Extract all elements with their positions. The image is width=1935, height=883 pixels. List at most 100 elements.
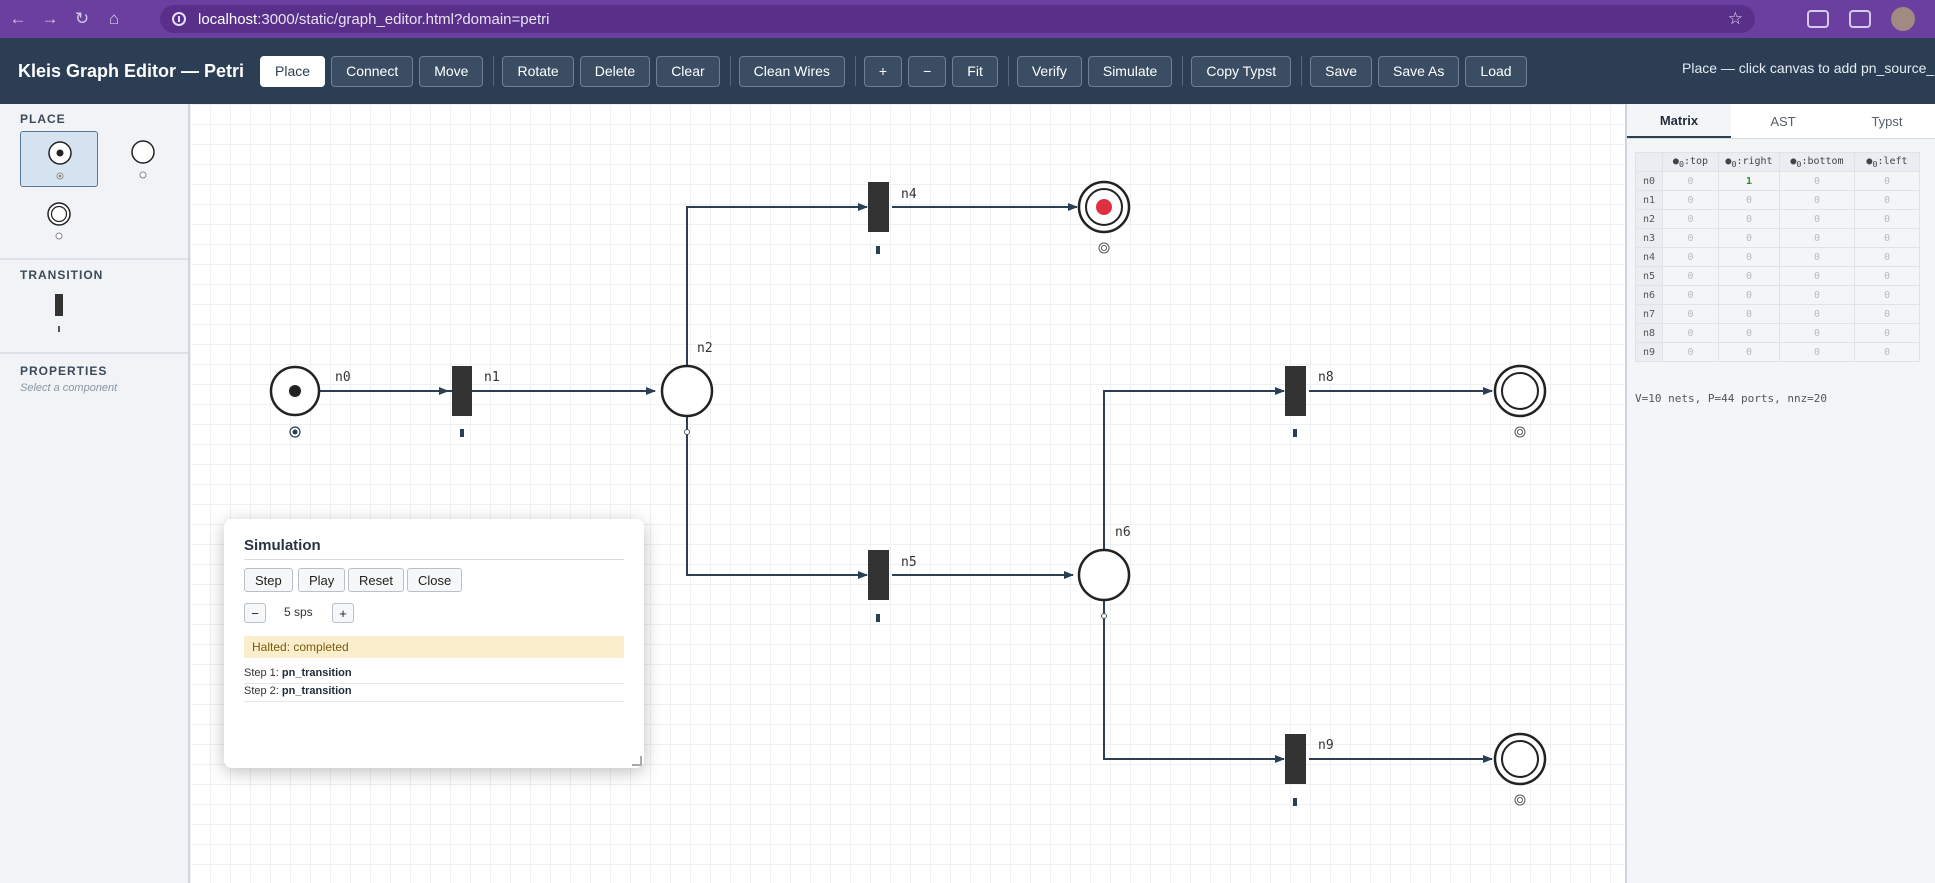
matrix-cell[interactable]: 0 bbox=[1854, 228, 1920, 248]
matrix-cell[interactable]: 0 bbox=[1854, 323, 1920, 343]
zoom-in-button[interactable]: + bbox=[863, 55, 903, 87]
arc-n2-n4[interactable] bbox=[686, 203, 868, 366]
matrix-cell[interactable]: 0 bbox=[1779, 285, 1855, 305]
tab-search-icon[interactable] bbox=[1849, 10, 1871, 28]
fit-button[interactable]: Fit bbox=[952, 55, 998, 87]
matrix-cell[interactable]: 0 bbox=[1854, 266, 1920, 286]
speed-decrease-button[interactable]: − bbox=[244, 603, 266, 623]
clean-wires-button[interactable]: Clean Wires bbox=[738, 55, 845, 87]
matrix-cell[interactable]: 0 bbox=[1854, 247, 1920, 267]
matrix-cell[interactable]: 0 bbox=[1779, 228, 1855, 248]
matrix-cell[interactable]: 0 bbox=[1854, 190, 1920, 210]
back-icon[interactable]: ← bbox=[4, 5, 32, 33]
palette-place[interactable] bbox=[104, 131, 182, 187]
matrix-cell[interactable]: 0 bbox=[1662, 304, 1719, 324]
arc-n2-n5[interactable] bbox=[686, 416, 868, 579]
reload-icon[interactable]: ↻ bbox=[68, 5, 96, 33]
matrix-cell[interactable]: 0 bbox=[1854, 285, 1920, 305]
transition-n9[interactable]: n9 bbox=[1285, 734, 1334, 806]
log-transition-name: pn_transition bbox=[281, 667, 352, 679]
matrix-cell[interactable]: 0 bbox=[1662, 171, 1719, 191]
transition-n8[interactable]: n8 bbox=[1285, 366, 1334, 437]
matrix-cell[interactable]: 0 bbox=[1662, 285, 1719, 305]
simulate-button[interactable]: Simulate bbox=[1087, 55, 1173, 87]
extension-icon[interactable] bbox=[1807, 10, 1829, 28]
matrix-cell[interactable]: 0 bbox=[1718, 304, 1780, 324]
matrix-cell[interactable]: 0 bbox=[1854, 171, 1920, 191]
clear-button[interactable]: Clear bbox=[656, 55, 720, 87]
copy-typst-button[interactable]: Copy Typst bbox=[1191, 55, 1292, 87]
home-icon[interactable]: ⌂ bbox=[100, 5, 128, 33]
sink-place-bottom[interactable] bbox=[1493, 732, 1547, 806]
arc-n6-n8[interactable] bbox=[1103, 387, 1285, 550]
matrix-cell[interactable]: 0 bbox=[1718, 285, 1780, 305]
palette-transition[interactable] bbox=[20, 288, 98, 344]
step-button[interactable]: Step bbox=[244, 568, 293, 592]
matrix-cell[interactable]: 0 bbox=[1779, 247, 1855, 267]
matrix-cell[interactable]: 0 bbox=[1718, 209, 1780, 229]
matrix-cell[interactable]: 0 bbox=[1718, 342, 1780, 362]
reset-button[interactable]: Reset bbox=[348, 568, 404, 592]
save-as-button[interactable]: Save As bbox=[1378, 55, 1460, 87]
zoom-out-button[interactable]: − bbox=[908, 55, 947, 87]
delete-button[interactable]: Delete bbox=[579, 55, 651, 87]
place-n0[interactable]: n0 bbox=[269, 365, 351, 438]
matrix-cell[interactable]: 0 bbox=[1779, 266, 1855, 286]
verify-button[interactable]: Verify bbox=[1016, 55, 1082, 87]
profile-avatar[interactable] bbox=[1891, 7, 1915, 31]
matrix-cell[interactable]: 0 bbox=[1718, 190, 1780, 210]
play-button[interactable]: Play bbox=[298, 568, 346, 592]
transition-n4[interactable]: n4 bbox=[868, 182, 917, 254]
matrix-cell[interactable]: 0 bbox=[1662, 342, 1719, 362]
matrix-cell[interactable]: 0 bbox=[1779, 209, 1855, 229]
palette-source-place[interactable] bbox=[20, 131, 98, 187]
transition-n1[interactable]: n1 bbox=[452, 366, 500, 437]
connect-tool-button[interactable]: Connect bbox=[331, 55, 414, 87]
palette-sink-place[interactable] bbox=[20, 194, 98, 250]
status-message: Place — click canvas to add pn_source_pl… bbox=[1682, 60, 1935, 76]
sink-place-top[interactable] bbox=[1077, 180, 1131, 254]
forward-icon[interactable]: → bbox=[36, 5, 64, 33]
load-button[interactable]: Load bbox=[1465, 55, 1527, 87]
matrix-cell[interactable]: 0 bbox=[1662, 228, 1719, 248]
matrix-body: n0 0 1 0 0 n1 0 0 0 0 n2 0 0 0 0 n3 0 0 0 0 n4 0 0 0 0 n5 0 0 0 0 n6 0 0… bbox=[1635, 171, 1920, 362]
matrix-cell[interactable]: 0 bbox=[1718, 228, 1780, 248]
tab-matrix[interactable]: Matrix bbox=[1627, 104, 1731, 138]
site-info-icon[interactable] bbox=[172, 12, 186, 26]
close-button[interactable]: Close bbox=[407, 568, 463, 592]
transition-n5[interactable]: n5 bbox=[868, 550, 917, 622]
save-button[interactable]: Save bbox=[1310, 55, 1373, 87]
matrix-cell[interactable]: 0 bbox=[1662, 190, 1719, 210]
matrix-cell[interactable]: 1 bbox=[1718, 171, 1780, 191]
matrix-cell[interactable]: 0 bbox=[1779, 190, 1855, 210]
sink-place-middle[interactable] bbox=[1493, 364, 1547, 438]
tab-ast[interactable]: AST bbox=[1731, 104, 1835, 138]
simulation-dialog[interactable]: Simulation Step Play Reset Close − 5 sps… bbox=[224, 519, 644, 768]
tab-typst[interactable]: Typst bbox=[1835, 104, 1935, 138]
move-tool-button[interactable]: Move bbox=[419, 55, 484, 87]
matrix-cell[interactable]: 0 bbox=[1779, 323, 1855, 343]
star-icon[interactable]: ☆ bbox=[1728, 9, 1743, 29]
place-tool-button[interactable]: Place bbox=[260, 55, 326, 87]
matrix-cell[interactable]: 0 bbox=[1779, 342, 1855, 362]
matrix-cell[interactable]: 0 bbox=[1662, 266, 1719, 286]
matrix-cell[interactable]: 0 bbox=[1854, 209, 1920, 229]
incidence-matrix: ●0:top ●0:right ●0:bottom ●0:left n0 0 1 0 0… bbox=[1635, 152, 1920, 362]
matrix-cell[interactable]: 0 bbox=[1662, 247, 1719, 267]
matrix-cell[interactable]: 0 bbox=[1662, 323, 1719, 343]
arc-n6-n9[interactable] bbox=[1103, 600, 1285, 763]
rotate-button[interactable]: Rotate bbox=[502, 55, 574, 87]
matrix-cell[interactable]: 0 bbox=[1779, 171, 1855, 191]
matrix-cell[interactable]: 0 bbox=[1718, 266, 1780, 286]
matrix-cell[interactable]: 0 bbox=[1662, 209, 1719, 229]
sink-place-icon bbox=[47, 202, 71, 240]
matrix-row-label: n5 bbox=[1635, 266, 1663, 286]
matrix-cell[interactable]: 0 bbox=[1854, 304, 1920, 324]
matrix-cell[interactable]: 0 bbox=[1718, 323, 1780, 343]
matrix-cell[interactable]: 0 bbox=[1779, 304, 1855, 324]
matrix-cell[interactable]: 0 bbox=[1854, 342, 1920, 362]
speed-increase-button[interactable]: + bbox=[332, 603, 354, 623]
matrix-cell[interactable]: 0 bbox=[1718, 247, 1780, 267]
address-bar[interactable]: localhost:3000/static/graph_editor.html?… bbox=[160, 5, 1755, 33]
resize-handle[interactable] bbox=[632, 756, 642, 766]
